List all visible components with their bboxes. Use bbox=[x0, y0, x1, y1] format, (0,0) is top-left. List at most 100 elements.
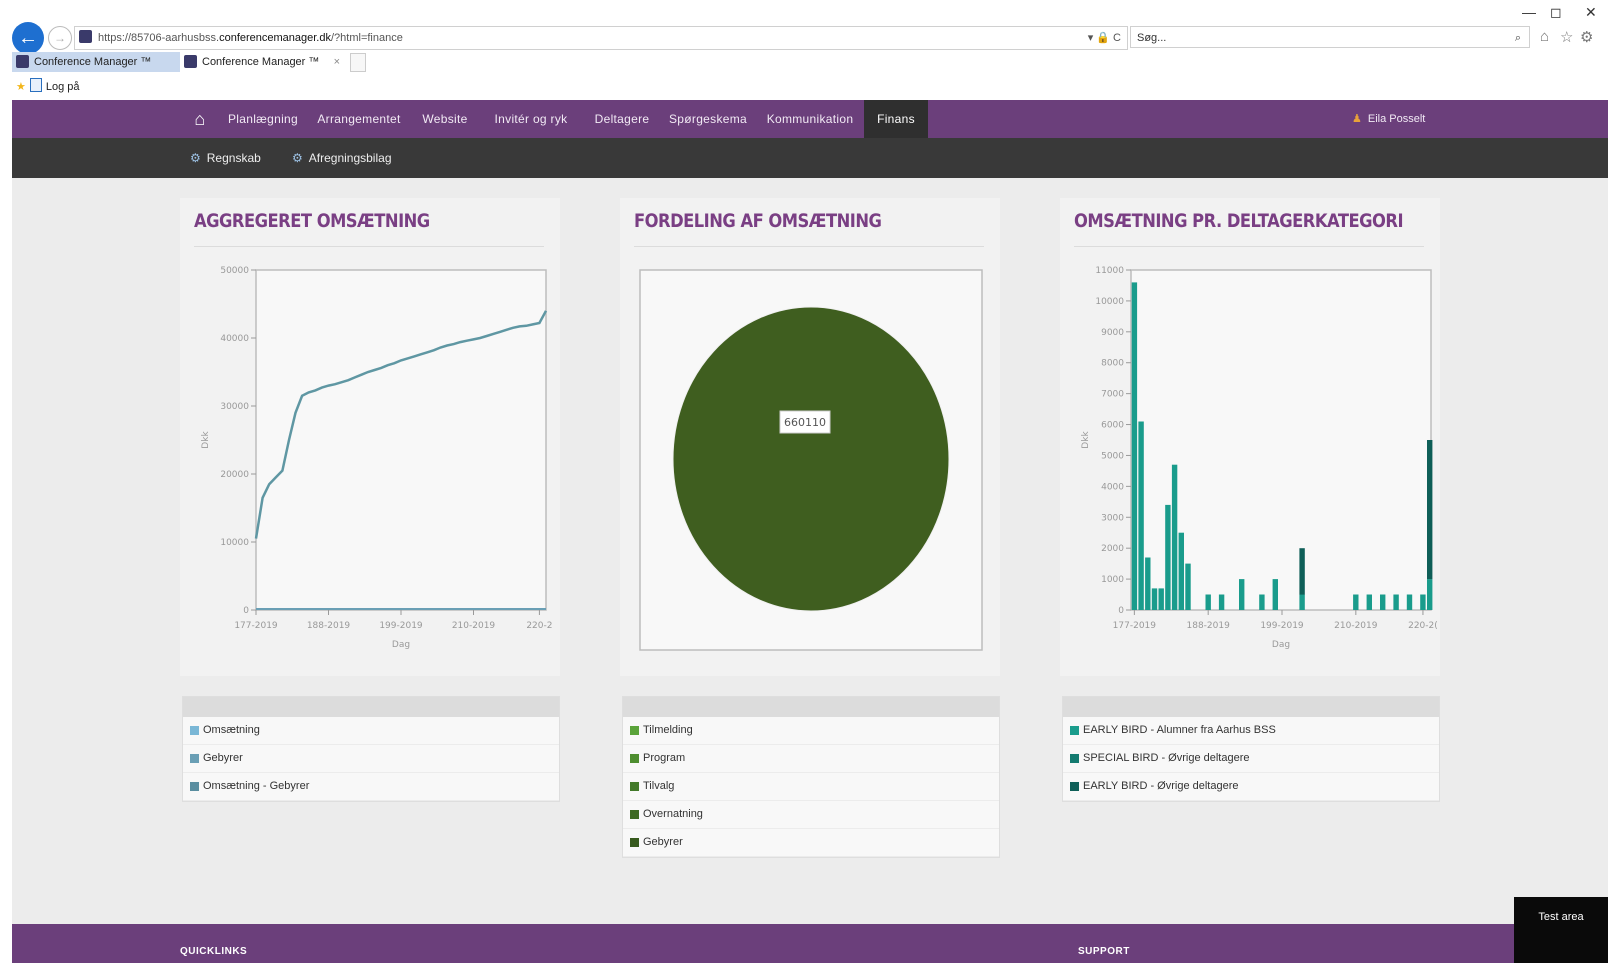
bar-segment bbox=[1151, 588, 1158, 610]
bar-segment bbox=[1138, 421, 1144, 610]
bar-segment bbox=[1171, 464, 1178, 610]
tab-close-icon[interactable]: × bbox=[334, 52, 340, 72]
footer-quicklinks: QUICKLINKS bbox=[180, 946, 248, 957]
y-tick-label: 40000 bbox=[220, 334, 249, 344]
wrench-icon: ⚙ bbox=[190, 151, 201, 165]
panel-title: FORDELING AF OMSÆTNING bbox=[634, 210, 882, 232]
bar-segment bbox=[1239, 579, 1245, 610]
legend-item[interactable]: Program bbox=[623, 745, 999, 773]
legend-swatch bbox=[190, 754, 199, 763]
tab-label: Conference Manager ™ bbox=[202, 56, 320, 68]
y-tick-label: 8000 bbox=[1101, 359, 1124, 369]
nav-home[interactable]: ⌂ bbox=[180, 100, 220, 138]
sub-navbar: ⚙ Regnskab ⚙ Afregningsbilag bbox=[12, 138, 1608, 178]
x-tick-label: 199-2019 bbox=[1260, 621, 1304, 631]
search-placeholder: Søg... bbox=[1137, 32, 1167, 44]
legend-item[interactable]: SPECIAL BIRD - Øvrige deltagere bbox=[1063, 745, 1439, 773]
x-tick-label: 177-2019 bbox=[234, 621, 278, 631]
favorite-log-pa[interactable]: Log på bbox=[46, 81, 80, 93]
new-tab-button[interactable] bbox=[350, 53, 366, 72]
legend-item[interactable]: Gebyrer bbox=[623, 829, 999, 857]
legend-item[interactable]: Gebyrer bbox=[183, 745, 559, 773]
subnav-label: Regnskab bbox=[206, 151, 261, 165]
nav-arrangementet[interactable]: Arrangementet bbox=[306, 100, 412, 138]
bar-segment bbox=[1427, 579, 1433, 610]
browser-tab-2[interactable]: Conference Manager ™ × bbox=[180, 52, 348, 72]
nav-kommunikation[interactable]: Kommunikation bbox=[756, 100, 864, 138]
address-bar[interactable]: https://85706-aarhusbss.conferencemanage… bbox=[74, 26, 1128, 50]
x-tick-label: 188-2019 bbox=[307, 621, 351, 631]
legend-label: SPECIAL BIRD - Øvrige deltagere bbox=[1083, 752, 1250, 764]
y-tick-label: 4000 bbox=[1101, 482, 1124, 492]
restore-icon[interactable]: ◻ bbox=[1550, 4, 1562, 21]
bar-segment bbox=[1178, 532, 1184, 610]
x-tick-label: 199-2019 bbox=[379, 621, 423, 631]
y-axis-label: Dkk bbox=[201, 431, 211, 449]
address-lock-refresh-icons[interactable]: ▾ 🔒 C bbox=[1088, 27, 1121, 49]
forward-arrow-icon[interactable]: → bbox=[48, 26, 72, 50]
y-tick-label: 30000 bbox=[220, 402, 249, 412]
y-axis-label: Dkk bbox=[1081, 431, 1091, 449]
nav-finans[interactable]: Finans bbox=[864, 100, 928, 138]
bar-segment bbox=[1353, 594, 1359, 610]
x-tick-label: 210-2019 bbox=[452, 621, 496, 631]
browser-search-input[interactable]: Søg... ⌕ bbox=[1130, 26, 1530, 48]
legend-item[interactable]: EARLY BIRD - Øvrige deltagere bbox=[1063, 773, 1439, 801]
minimize-icon[interactable]: — bbox=[1522, 4, 1536, 20]
bar-segment bbox=[1272, 579, 1278, 610]
nav-sporgeskema[interactable]: Spørgeskema bbox=[660, 100, 756, 138]
settings-gear-icon[interactable]: ⚙ bbox=[1580, 28, 1593, 46]
legend-swatch bbox=[630, 726, 639, 735]
nav-inviter-og-ryk[interactable]: Invitér og ryk bbox=[478, 100, 584, 138]
divider bbox=[634, 246, 984, 247]
y-tick-label: 0 bbox=[243, 606, 249, 616]
legend-swatch bbox=[1070, 782, 1079, 791]
legend-distribution: Tilmelding Program Tilvalg Overnatning G… bbox=[622, 696, 1000, 858]
subnav-regnskab[interactable]: ⚙ Regnskab bbox=[190, 138, 261, 178]
y-tick-label: 1000 bbox=[1101, 575, 1124, 585]
bar-segment bbox=[1218, 594, 1225, 610]
favorites-star-icon[interactable]: ☆ bbox=[1560, 28, 1573, 46]
legend-swatch bbox=[630, 838, 639, 847]
bar-segment bbox=[1380, 594, 1386, 610]
nav-website[interactable]: Website bbox=[412, 100, 478, 138]
legend-item[interactable]: EARLY BIRD - Alumner fra Aarhus BSS bbox=[1063, 717, 1439, 745]
search-icon[interactable]: ⌕ bbox=[1515, 27, 1521, 49]
legend-item[interactable]: Overnatning bbox=[623, 801, 999, 829]
panel-aggregated: AGGREGERET OMSÆTNING 0 10000 20000 30000 400… bbox=[180, 198, 560, 676]
bar-segment bbox=[1427, 440, 1433, 580]
legend-item[interactable]: Omsætning - Gebyrer bbox=[183, 773, 559, 801]
legend-swatch bbox=[190, 726, 199, 735]
subnav-afregningsbilag[interactable]: ⚙ Afregningsbilag bbox=[292, 138, 392, 178]
legend-header bbox=[1063, 697, 1439, 717]
plot-area bbox=[255, 269, 547, 611]
nav-planlaegning[interactable]: Planlægning bbox=[220, 100, 306, 138]
user-menu[interactable]: ♟ Eila Posselt bbox=[1352, 100, 1425, 138]
url-prefix: https://85706-aarhusbss. bbox=[98, 32, 220, 44]
legend-swatch bbox=[630, 810, 639, 819]
home-icon[interactable]: ⌂ bbox=[1540, 28, 1549, 45]
browser-tab-1[interactable]: Conference Manager ™ bbox=[12, 52, 180, 72]
legend-label: EARLY BIRD - Alumner fra Aarhus BSS bbox=[1083, 724, 1276, 736]
browser-chrome bbox=[0, 0, 1608, 100]
url-path: /?html=finance bbox=[331, 32, 403, 44]
legend-item[interactable]: Tilmelding bbox=[623, 717, 999, 745]
nav-deltagere[interactable]: Deltagere bbox=[584, 100, 660, 138]
legend-swatch bbox=[190, 782, 199, 791]
y-tick-label: 6000 bbox=[1101, 421, 1124, 431]
legend-item[interactable]: Omsætning bbox=[183, 717, 559, 745]
bar-segment bbox=[1185, 563, 1191, 610]
close-window-icon[interactable]: ✕ bbox=[1585, 4, 1597, 21]
y-tick-label: 0 bbox=[1118, 606, 1124, 616]
bar-segment bbox=[1145, 557, 1151, 610]
footer bbox=[12, 924, 1608, 963]
back-arrow-icon[interactable]: ← bbox=[12, 22, 44, 54]
panel-distribution: FORDELING AF OMSÆTNING 660110 bbox=[620, 198, 1000, 676]
test-area-badge[interactable]: Test area bbox=[1514, 897, 1608, 963]
legend-header bbox=[183, 697, 559, 717]
x-tick-label: 188-2019 bbox=[1187, 621, 1231, 631]
add-favorite-star-icon[interactable]: ★ bbox=[16, 81, 26, 93]
bar-segment bbox=[1420, 594, 1426, 610]
legend-item[interactable]: Tilvalg bbox=[623, 773, 999, 801]
main-navbar: ⌂ Planlægning Arrangementet Website Invi… bbox=[12, 100, 1608, 138]
